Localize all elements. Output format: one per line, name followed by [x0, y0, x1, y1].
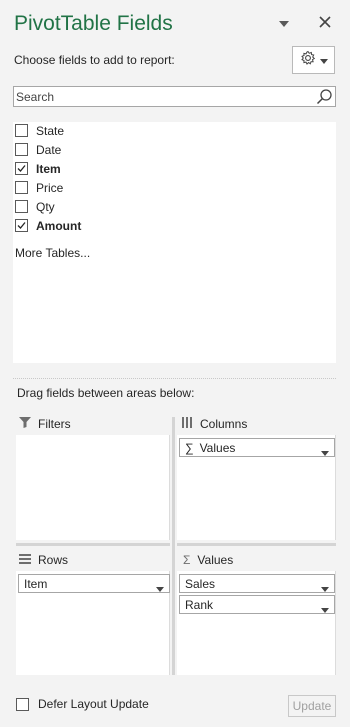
- rows-field-item[interactable]: Item: [18, 574, 170, 593]
- defer-checkbox[interactable]: [16, 697, 29, 711]
- task-pane-options-icon[interactable]: [279, 18, 289, 30]
- gear-icon: [300, 50, 316, 71]
- filters-label: Filters: [38, 417, 71, 431]
- values-field-sales[interactable]: Sales: [179, 574, 335, 593]
- sigma-icon: ∑: [185, 440, 194, 455]
- rows-icon: [19, 553, 31, 567]
- filters-area-header: Filters: [19, 417, 71, 431]
- search-input[interactable]: [14, 87, 304, 106]
- chevron-down-icon[interactable]: [321, 581, 329, 595]
- values-field-rank[interactable]: Rank: [179, 595, 335, 614]
- field-label: State: [36, 123, 65, 138]
- tools-button[interactable]: [292, 46, 335, 74]
- columns-drop-area[interactable]: ∑ Values: [177, 435, 336, 540]
- section-divider: [13, 378, 336, 379]
- chevron-down-icon[interactable]: [321, 445, 329, 459]
- field-checkbox[interactable]: [15, 181, 28, 194]
- field-label: Amount: [36, 218, 82, 233]
- panel-title: PivotTable Fields: [14, 12, 173, 35]
- more-tables-link[interactable]: More Tables...: [15, 246, 90, 260]
- field-item-date[interactable]: Date: [15, 141, 61, 158]
- values-drop-area[interactable]: Sales Rank: [177, 571, 336, 675]
- chevron-down-icon[interactable]: [321, 602, 329, 616]
- drag-fields-label: Drag fields between areas below:: [17, 386, 195, 400]
- columns-field-values[interactable]: ∑ Values: [179, 438, 335, 457]
- defer-label: Defer Layout Update: [38, 697, 149, 711]
- field-checkbox-checked[interactable]: [15, 162, 28, 175]
- field-item-amount[interactable]: Amount: [15, 217, 81, 234]
- rows-label: Rows: [38, 553, 69, 567]
- field-item-qty[interactable]: Qty: [15, 198, 55, 215]
- field-item-price[interactable]: Price: [15, 179, 63, 196]
- pill-label: Values: [199, 440, 236, 455]
- field-list: State Date Item Price Qty Amount More Ta…: [13, 122, 336, 363]
- close-icon[interactable]: [319, 16, 331, 30]
- field-checkbox[interactable]: [15, 124, 28, 137]
- field-label: Date: [36, 142, 62, 157]
- pill-label: Sales: [185, 576, 216, 591]
- values-label: Values: [197, 553, 234, 567]
- chevron-down-icon[interactable]: [156, 581, 164, 595]
- defer-layout-update[interactable]: Defer Layout Update: [16, 697, 149, 711]
- field-label: Qty: [36, 199, 55, 214]
- field-item-item[interactable]: Item: [15, 160, 61, 177]
- checkmark-icon: [17, 222, 26, 229]
- field-checkbox[interactable]: [15, 143, 28, 156]
- field-item-state[interactable]: State: [15, 122, 64, 139]
- area-splitter-horizontal[interactable]: [177, 543, 336, 546]
- search-icon[interactable]: [316, 88, 333, 110]
- sigma-icon: Σ: [183, 553, 191, 567]
- pill-label: Item: [24, 576, 48, 591]
- filters-drop-area[interactable]: [16, 435, 170, 540]
- columns-area-header: Columns: [182, 417, 247, 431]
- pill-label: Rank: [185, 597, 214, 612]
- checkmark-icon: [17, 165, 26, 172]
- rows-drop-area[interactable]: Item: [16, 571, 170, 675]
- rows-area-header: Rows: [19, 553, 68, 567]
- field-label: Price: [36, 180, 64, 195]
- columns-label: Columns: [200, 417, 248, 431]
- area-splitter-horizontal[interactable]: [16, 543, 170, 546]
- field-checkbox[interactable]: [15, 200, 28, 213]
- columns-icon: [182, 417, 193, 431]
- search-box[interactable]: [13, 86, 336, 107]
- choose-fields-label: Choose fields to add to report:: [14, 53, 175, 67]
- field-checkbox-checked[interactable]: [15, 219, 28, 232]
- field-label: Item: [36, 161, 61, 176]
- area-splitter-vertical[interactable]: [172, 417, 175, 675]
- update-button[interactable]: Update: [288, 695, 336, 717]
- values-area-header: Σ Values: [183, 553, 233, 567]
- chevron-down-icon: [319, 51, 328, 69]
- filter-icon: [19, 417, 31, 431]
